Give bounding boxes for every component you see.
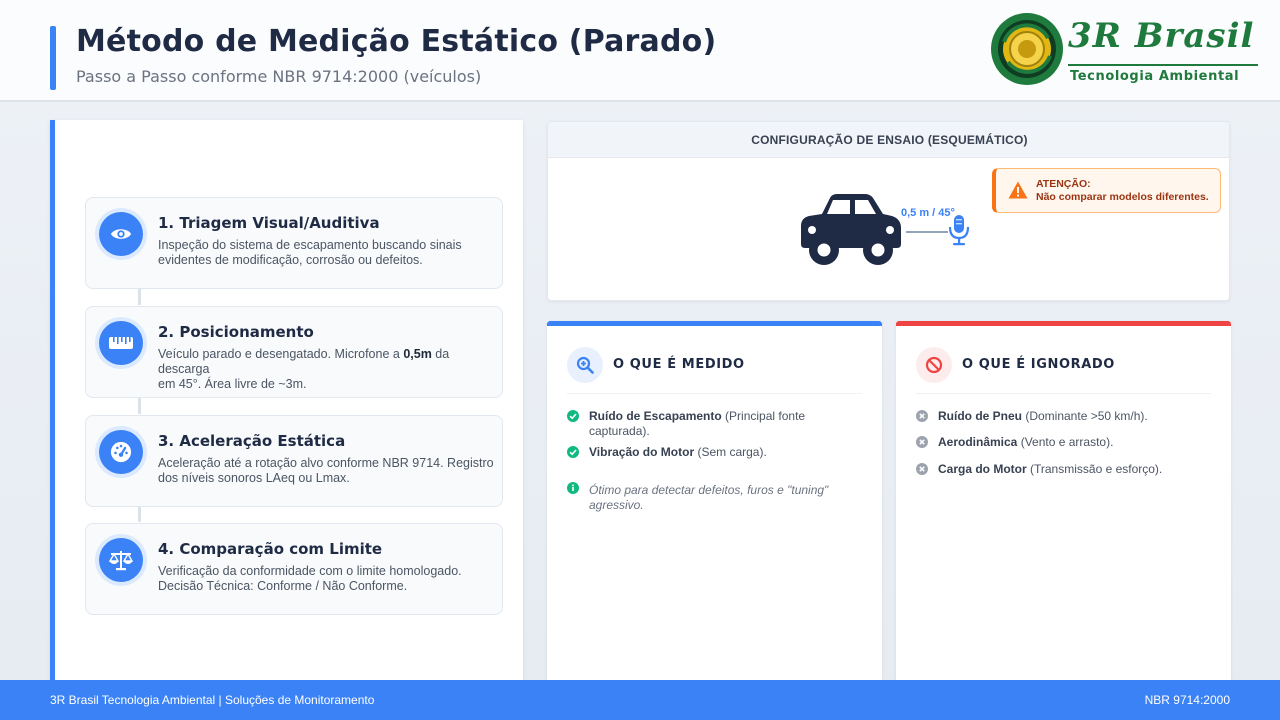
eye-icon <box>99 212 143 256</box>
divider <box>567 393 862 394</box>
ignored-item-detail: (Transmissão e esforço). <box>1026 462 1163 476</box>
logo-tagline: Tecnologia Ambiental <box>1070 69 1240 84</box>
x-circle-icon <box>916 436 928 448</box>
step-desc-bold: 0,5m <box>403 347 432 361</box>
step-desc-line: Inspeção do sistema de escapamento busca… <box>158 238 462 252</box>
footer-standard: NBR 9714:2000 <box>1144 693 1230 707</box>
ignored-item-label: Aerodinâmica <box>938 435 1018 449</box>
step-posicionamento: 2. Posicionamento Veículo parado e desen… <box>85 306 503 398</box>
check-circle-icon <box>567 446 579 458</box>
divider <box>916 393 1211 394</box>
ignored-item-label: Carga do Motor <box>938 462 1027 476</box>
logo-emblem-icon <box>991 13 1063 85</box>
logo-brand-text: 3R Brasil <box>1068 16 1255 56</box>
step-desc-line: dos níveis sonoros LAeq ou Lmax. <box>158 471 350 485</box>
header-accent-bar <box>50 26 56 90</box>
ignored-item-label: Ruído de Pneu <box>938 409 1022 423</box>
page-subtitle: Passo a Passo conforme NBR 9714:2000 (ve… <box>76 67 482 86</box>
car-icon <box>801 194 901 265</box>
step-title: 2. Posicionamento <box>158 323 314 341</box>
step-description: Verificação da conformidade com o limite… <box>158 564 496 594</box>
x-circle-icon <box>916 410 928 422</box>
step-description: Inspeção do sistema de escapamento busca… <box>158 238 496 268</box>
info-circle-icon <box>567 482 579 494</box>
logo-underline <box>1068 64 1258 66</box>
step-desc-text: Veículo parado e desengatado. Microfone … <box>158 347 404 361</box>
step-description: Veículo parado e desengatado. Microfone … <box>158 347 496 392</box>
ignored-title: O QUE É IGNORADO <box>962 357 1115 372</box>
page-title: Método de Medição Estático (Parado) <box>76 24 717 59</box>
ignored-item-detail: (Dominante >50 km/h). <box>1022 409 1148 423</box>
step-desc-line: em 45°. Área livre de ~3m. <box>158 377 307 391</box>
step-comparacao: 4. Comparação com Limite Verificação da … <box>85 523 503 615</box>
warning-text: Não comparar modelos diferentes. <box>1036 191 1209 203</box>
measured-accent-bar <box>547 321 882 326</box>
measured-note-line: Ótimo para detectar defeitos, furos e "t… <box>589 483 829 497</box>
ban-icon <box>916 347 952 383</box>
ignored-card: O QUE É IGNORADO Ruído de Pneu (Dominant… <box>896 321 1231 691</box>
test-setup-heading: CONFIGURAÇÃO DE ENSAIO (ESQUEMÁTICO) <box>548 122 1229 158</box>
company-logo: 3R Brasil Tecnologia Ambiental <box>990 12 1260 88</box>
measured-title: O QUE É MEDIDO <box>613 357 745 372</box>
step-aceleracao: 3. Aceleração Estática Aceleração até a … <box>85 415 503 507</box>
warning-triangle-icon <box>1008 181 1028 199</box>
ignored-item-text: Carga do Motor (Transmissão e esforço). <box>938 462 1213 477</box>
footer-company: 3R Brasil Tecnologia Ambiental | Soluçõe… <box>50 693 375 707</box>
step-desc-line: Veículo parado e desengatado. Microfone … <box>158 347 496 377</box>
steps-card: 1. Triagem Visual/Auditiva Inspeção do s… <box>50 120 523 690</box>
distance-label: 0,5 m / 45° <box>901 207 955 219</box>
measured-item-text: Vibração do Motor (Sem carga). <box>589 445 864 460</box>
ignored-item-text: Ruído de Pneu (Dominante >50 km/h). <box>938 409 1213 424</box>
step-desc-line: evidentes de modificação, corrosão ou de… <box>158 253 423 267</box>
distance-line <box>906 231 948 233</box>
header: Método de Medição Estático (Parado) Pass… <box>0 0 1280 102</box>
measured-note-text: Ótimo para detectar defeitos, furos e "t… <box>589 483 864 513</box>
zoom-in-icon <box>567 347 603 383</box>
footer: 3R Brasil Tecnologia Ambiental | Soluçõe… <box>0 680 1280 720</box>
x-circle-icon <box>916 463 928 475</box>
measured-card: O QUE É MEDIDO Ruído de Escapamento (Pri… <box>547 321 882 691</box>
measured-item-label: Ruído de Escapamento <box>589 409 722 423</box>
warning-callout: ATENÇÃO: Não comparar modelos diferentes… <box>992 168 1221 213</box>
measured-item-label: Vibração do Motor <box>589 445 695 459</box>
check-circle-icon <box>567 410 579 422</box>
ignored-item-detail: (Vento e arrasto). <box>1017 435 1114 449</box>
ruler-icon <box>99 321 143 365</box>
step-description: Aceleração até a rotação alvo conforme N… <box>158 456 496 486</box>
warning-title: ATENÇÃO: <box>1036 178 1091 190</box>
measured-item-text: Ruído de Escapamento (Principal fonte ca… <box>589 409 864 439</box>
step-title: 3. Aceleração Estática <box>158 432 346 450</box>
step-title: 1. Triagem Visual/Auditiva <box>158 214 380 232</box>
step-title: 4. Comparação com Limite <box>158 540 383 558</box>
balance-scale-icon <box>99 538 143 582</box>
test-setup-card: CONFIGURAÇÃO DE ENSAIO (ESQUEMÁTICO) 0,5… <box>547 121 1230 301</box>
ignored-item-text: Aerodinâmica (Vento e arrasto). <box>938 435 1213 450</box>
measured-note-line: agressivo. <box>589 498 644 512</box>
step-desc-line: Aceleração até a rotação alvo conforme N… <box>158 456 494 470</box>
step-desc-line: Verificação da conformidade com o limite… <box>158 564 462 578</box>
microphone-icon <box>948 215 970 246</box>
measured-item-detail: (Sem carga). <box>694 445 767 459</box>
gauge-icon <box>99 430 143 474</box>
step-desc-line: Decisão Técnica: Conforme / Não Conforme… <box>158 579 408 593</box>
ignored-accent-bar <box>896 321 1231 326</box>
step-triagem: 1. Triagem Visual/Auditiva Inspeção do s… <box>85 197 503 289</box>
